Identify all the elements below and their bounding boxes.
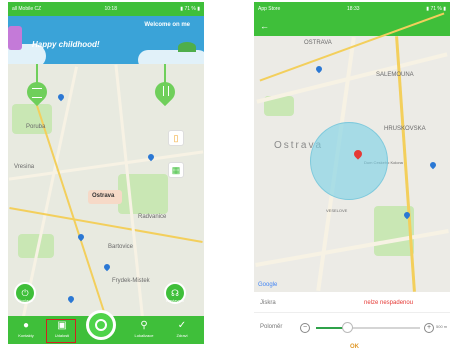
map-marker-icon — [76, 232, 86, 242]
map-label: Poruba — [26, 124, 46, 130]
road-icon — [163, 86, 169, 96]
google-logo: Google — [258, 282, 278, 288]
nav-label: Lokalizace — [134, 333, 154, 338]
highlight-annotation — [46, 319, 76, 343]
sos-icon — [95, 319, 107, 331]
nav-health[interactable]: ✓ Zdravi — [168, 319, 196, 339]
geofence-settings-panel: Jiskra nelze nespadenou Poloměr − + 500 … — [254, 292, 450, 344]
cloud-decoration — [138, 50, 204, 64]
map-marker-icon — [428, 160, 438, 170]
nav-label: Zdravi — [176, 333, 188, 338]
map-label: Radvanice — [138, 214, 167, 220]
map-label: Vresina — [14, 164, 35, 170]
clock-text: 10:18 — [104, 6, 117, 12]
geofence-settings-screen: App Store 18:33 ▮ 71 % ▮ ← OSTRAVA SALEM… — [254, 2, 450, 344]
sos-button[interactable] — [86, 310, 116, 340]
app-header: ← — [254, 16, 450, 36]
nav-location[interactable]: ⚲ Lokalizace — [130, 319, 158, 339]
map-label: Frydek-Mistek — [112, 278, 150, 284]
status-bar: all Mobile CZ 10:18 ▮ 71 % ▮ — [8, 2, 204, 16]
nav-contacts[interactable]: ● Kontakty — [12, 319, 40, 339]
name-label: Jiskra — [260, 300, 276, 306]
map-marker-icon — [102, 262, 112, 272]
alarm-label: Poplach — [18, 298, 33, 303]
bottom-navigation-bar: ● Kontakty ▣ Udalosti ⚲ Lokalizace ✓ Zdr… — [8, 310, 204, 344]
divider — [254, 312, 450, 313]
health-icon: ✓ — [177, 320, 187, 331]
promo-banner[interactable]: Welcome on me Happy childhood! — [8, 16, 204, 64]
carrier-text: all Mobile CZ — [12, 6, 42, 12]
location-pin-icon: ⚲ — [140, 320, 148, 331]
map-marker-icon — [66, 294, 76, 304]
status-bar: App Store 18:33 ▮ 71 % ▮ — [254, 2, 450, 16]
banner-welcome-text: Welcome on me — [144, 22, 190, 28]
radius-label: Poloměr — [260, 324, 283, 330]
clock-text: 18:33 — [347, 6, 360, 12]
map-label-ostrava: Ostrava — [92, 193, 115, 199]
geofence-circle[interactable] — [310, 122, 388, 200]
map-marker-icon — [314, 64, 324, 74]
tree-illustration — [178, 42, 196, 52]
settings-label: Nastaveni — [166, 298, 184, 303]
carrier-text: App Store — [258, 6, 281, 12]
child-app-home-screen: all Mobile CZ 10:18 ▮ 71 % ▮ Welcome on … — [8, 2, 204, 344]
back-arrow-icon[interactable]: ← — [260, 21, 269, 31]
map-label: SALEMOUNA — [376, 72, 414, 78]
radius-max-label: 500 m — [436, 324, 448, 329]
battery-text: ▮ 71 % ▮ — [180, 6, 200, 12]
slider-thumb[interactable] — [342, 322, 354, 333]
banner-slogan: Happy childhood! — [32, 40, 100, 49]
radius-slider[interactable] — [316, 322, 420, 333]
name-value[interactable]: nelze nespadenou — [364, 300, 413, 306]
map-label: OSTRAVA — [304, 40, 332, 46]
map-layers-button[interactable]: ▦ — [168, 162, 184, 178]
ok-button[interactable]: OK — [350, 344, 359, 350]
child-illustration — [8, 26, 22, 50]
minus-icon[interactable]: − — [300, 323, 310, 333]
list-icon — [32, 88, 42, 98]
map-label: HRUSKOVSKA — [384, 126, 426, 132]
chat-icon: ● — [22, 320, 30, 331]
map-label: Bartovice — [108, 244, 134, 250]
plus-icon[interactable]: + — [424, 323, 434, 333]
map-label: VESELOVE — [326, 208, 348, 213]
nav-label: Kontakty — [18, 333, 34, 338]
map-marker-icon — [56, 92, 66, 102]
phone-device-button[interactable]: ▯ — [168, 130, 184, 146]
